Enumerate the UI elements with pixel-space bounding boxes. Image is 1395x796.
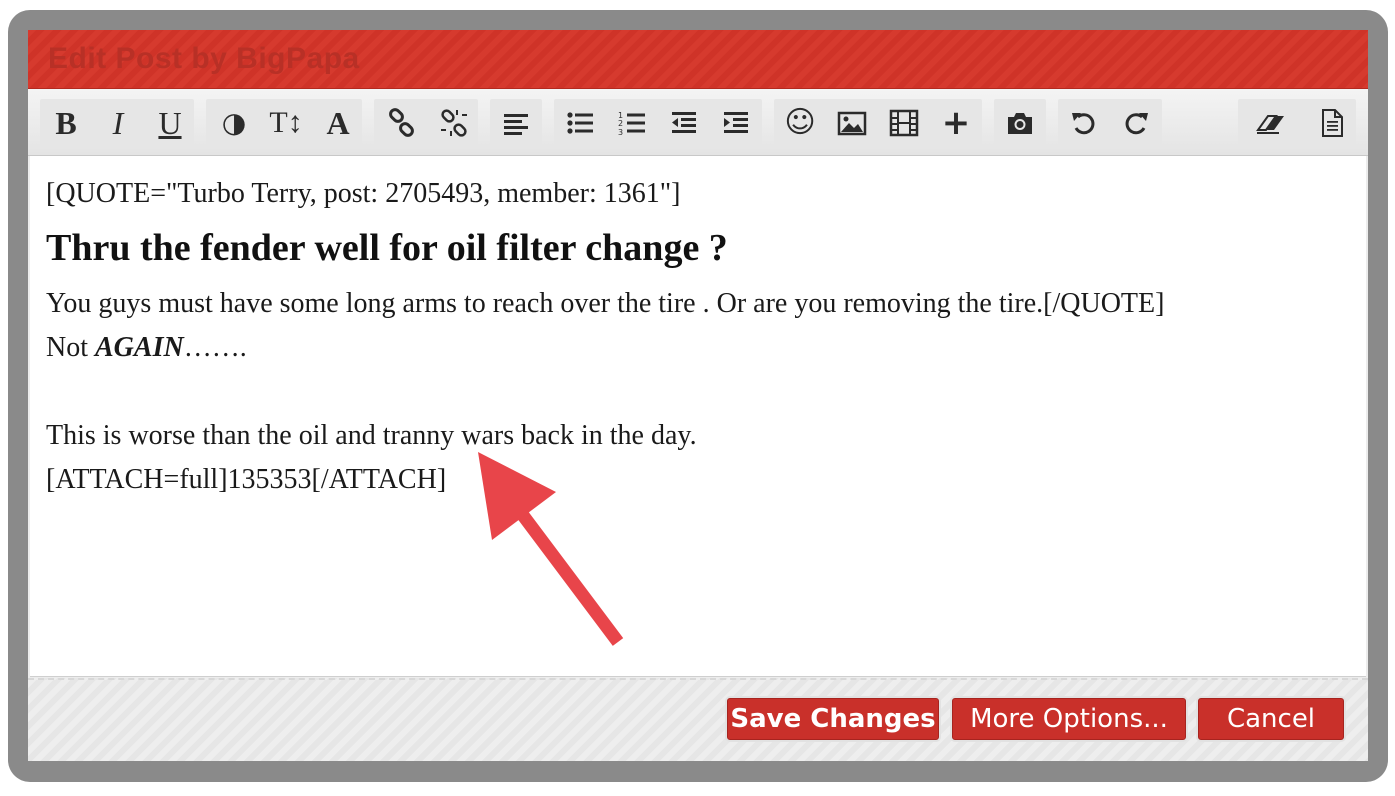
eraser-icon bbox=[1256, 115, 1284, 134]
cancel-button[interactable]: Cancel bbox=[1198, 698, 1344, 740]
film-icon bbox=[889, 109, 919, 137]
italic-button[interactable]: I bbox=[98, 99, 138, 147]
message-editor[interactable]: [QUOTE="Turbo Terry, post: 2705493, memb… bbox=[30, 156, 1366, 677]
svg-text:3: 3 bbox=[618, 128, 623, 137]
dialog-titlebar: Edit Post by BigPapa bbox=[28, 30, 1368, 89]
document-icon bbox=[1322, 109, 1343, 137]
quoted-body-line: You guys must have some long arms to rea… bbox=[46, 288, 1165, 319]
underline-button[interactable]: U bbox=[150, 99, 190, 147]
unlink-icon bbox=[441, 109, 467, 137]
italic-icon: I bbox=[112, 105, 124, 141]
font-family-button[interactable]: A bbox=[318, 99, 358, 147]
save-changes-button[interactable]: Save Changes bbox=[727, 698, 939, 740]
font-family-icon: A bbox=[326, 105, 350, 141]
align-button[interactable] bbox=[496, 99, 536, 147]
dialog-footer: Save Changes More Options... Cancel bbox=[28, 678, 1368, 761]
reply-line-2: This is worse than the oil and tranny wa… bbox=[46, 420, 697, 451]
reply-line-1: Not AGAIN……. bbox=[46, 332, 247, 364]
outdent-icon bbox=[672, 112, 696, 133]
font-size-button[interactable]: T↕ bbox=[266, 99, 306, 147]
bold-button[interactable]: B bbox=[46, 99, 86, 147]
image-button[interactable] bbox=[832, 99, 872, 147]
insert-button[interactable]: + bbox=[936, 99, 976, 147]
underline-icon: U bbox=[158, 105, 182, 141]
indent-button[interactable] bbox=[716, 99, 756, 147]
bullet-list-icon bbox=[567, 112, 593, 134]
reply-text-ellipsis: ……. bbox=[183, 332, 247, 363]
quote-open-line: [QUOTE="Turbo Terry, post: 2705493, memb… bbox=[46, 178, 681, 209]
font-size-icon: T↕ bbox=[269, 106, 303, 139]
camera-button[interactable] bbox=[1000, 99, 1040, 147]
image-icon bbox=[837, 111, 867, 136]
text-color-button[interactable]: ◑ bbox=[214, 99, 254, 147]
camera-icon bbox=[1008, 113, 1032, 134]
toggle-source-button[interactable] bbox=[1312, 99, 1352, 147]
indent-icon bbox=[724, 112, 748, 133]
reply-text-again: AGAIN bbox=[95, 332, 184, 363]
edit-post-dialog: Edit Post by BigPapa B I U ◑ T↕ A 1 2 3 … bbox=[28, 30, 1368, 761]
attach-line: [ATTACH=full]135353[/ATTACH] bbox=[46, 464, 447, 495]
more-options-button[interactable]: More Options... bbox=[952, 698, 1186, 740]
bullet-list-button[interactable] bbox=[560, 99, 600, 147]
plus-icon: + bbox=[941, 103, 971, 143]
reply-text-not: Not bbox=[46, 332, 95, 363]
editor-toolbar: B I U ◑ T↕ A 1 2 3 ☺ + bbox=[28, 89, 1368, 156]
smilie-button[interactable]: ☺ bbox=[780, 99, 820, 147]
numbered-list-button[interactable]: 1 2 3 bbox=[612, 99, 652, 147]
dialog-title: Edit Post by BigPapa bbox=[48, 42, 360, 75]
link-icon bbox=[389, 108, 414, 137]
link-button[interactable] bbox=[382, 99, 422, 147]
numbered-list-icon: 1 2 3 bbox=[618, 111, 645, 137]
undo-icon bbox=[1072, 113, 1095, 135]
bold-icon: B bbox=[55, 105, 77, 141]
redo-button[interactable] bbox=[1116, 99, 1156, 147]
quoted-heading: Thru the fender well for oil filter chan… bbox=[46, 227, 728, 269]
undo-button[interactable] bbox=[1064, 99, 1104, 147]
redo-icon bbox=[1125, 113, 1148, 135]
media-button[interactable] bbox=[884, 99, 924, 147]
outdent-button[interactable] bbox=[664, 99, 704, 147]
svg-text:2: 2 bbox=[618, 119, 623, 128]
remove-format-button[interactable] bbox=[1250, 99, 1290, 147]
smilie-icon: ☺ bbox=[784, 105, 816, 140]
align-left-icon bbox=[504, 114, 528, 135]
unlink-button[interactable] bbox=[434, 99, 474, 147]
text-color-icon: ◑ bbox=[221, 106, 247, 139]
